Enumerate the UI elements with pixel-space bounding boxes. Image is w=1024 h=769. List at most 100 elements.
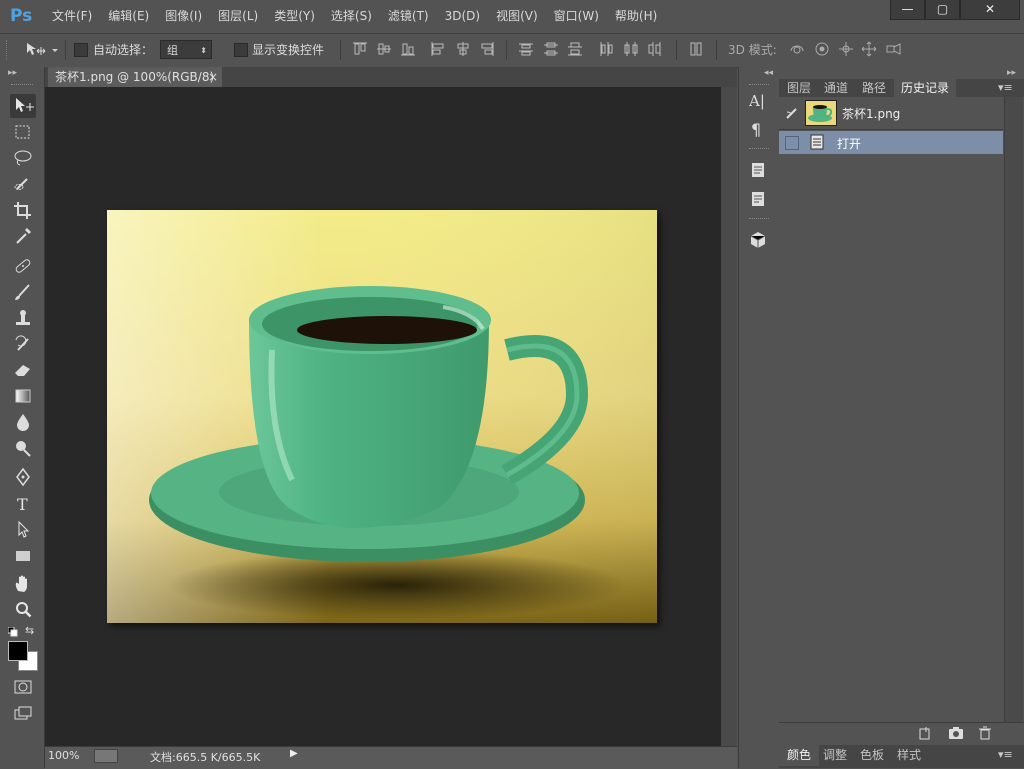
eyedropper-tool[interactable] bbox=[10, 224, 36, 248]
menu-filter[interactable]: 滤镜(T) bbox=[380, 0, 437, 33]
quick-mask-icon[interactable] bbox=[10, 675, 36, 699]
type-tool[interactable]: T bbox=[10, 492, 36, 516]
collapse-panel-icon[interactable]: ▸▸ bbox=[1007, 68, 1016, 78]
new-document-from-state-icon[interactable] bbox=[918, 726, 932, 743]
distribute-vcenter-icon[interactable] bbox=[543, 41, 559, 57]
menu-edit[interactable]: 编辑(E) bbox=[100, 0, 157, 33]
align-vcenter-icon[interactable] bbox=[376, 41, 392, 57]
tab-adjustments[interactable]: 调整 bbox=[815, 745, 855, 766]
delete-state-icon[interactable] bbox=[978, 726, 992, 743]
separator bbox=[340, 40, 341, 60]
history-item-open[interactable]: 打开 bbox=[779, 131, 1003, 154]
status-menu-arrow-icon[interactable]: ▶ bbox=[290, 748, 298, 759]
align-top-icon[interactable] bbox=[352, 41, 368, 57]
tab-swatches[interactable]: 色板 bbox=[852, 745, 892, 766]
crop-tool[interactable] bbox=[10, 198, 36, 222]
collapse-dock-icon[interactable]: ◂◂ bbox=[764, 68, 773, 78]
history-brush-tool[interactable] bbox=[10, 332, 36, 356]
clone-stamp-tool[interactable] bbox=[10, 306, 36, 330]
auto-select-checkbox[interactable] bbox=[74, 43, 88, 57]
status-info-icon[interactable] bbox=[94, 749, 118, 763]
auto-align-icon[interactable] bbox=[688, 41, 704, 57]
screen-mode-icon[interactable] bbox=[10, 701, 36, 725]
rectangle-tool[interactable] bbox=[10, 544, 36, 568]
foreground-color-swatch[interactable] bbox=[8, 641, 28, 661]
tab-channels[interactable]: 通道 bbox=[817, 79, 855, 97]
tab-history[interactable]: 历史记录 bbox=[894, 79, 957, 97]
pen-tool[interactable] bbox=[10, 466, 36, 490]
camera-snapshot-icon[interactable] bbox=[948, 726, 964, 743]
tab-color[interactable]: 颜色 bbox=[779, 745, 820, 766]
3d-roll-icon[interactable] bbox=[814, 41, 830, 57]
properties-panel-icon[interactable] bbox=[750, 162, 766, 181]
menu-file[interactable]: 文件(F) bbox=[44, 0, 100, 33]
blur-tool[interactable] bbox=[10, 410, 36, 434]
align-hcenter-icon[interactable] bbox=[455, 41, 471, 57]
character-panel-icon[interactable]: A| bbox=[749, 92, 769, 114]
menu-layer[interactable]: 图层(L) bbox=[210, 0, 266, 33]
path-selection-tool[interactable] bbox=[10, 518, 36, 542]
3d-pan-icon[interactable] bbox=[838, 41, 854, 57]
marquee-tool[interactable] bbox=[10, 120, 36, 144]
brush-tool[interactable] bbox=[10, 280, 36, 304]
tab-styles[interactable]: 样式 bbox=[889, 745, 929, 766]
minimize-button[interactable]: — bbox=[890, 0, 925, 20]
align-left-icon[interactable] bbox=[430, 41, 446, 57]
main-menu: 文件(F) 编辑(E) 图像(I) 图层(L) 类型(Y) 选择(S) 滤镜(T… bbox=[44, 0, 665, 33]
dodge-tool[interactable] bbox=[10, 436, 36, 460]
healing-brush-tool[interactable] bbox=[10, 254, 36, 278]
eraser-tool[interactable] bbox=[10, 358, 36, 382]
menu-view[interactable]: 视图(V) bbox=[488, 0, 546, 33]
menu-select[interactable]: 选择(S) bbox=[323, 0, 380, 33]
close-button[interactable]: ✕ bbox=[960, 0, 1020, 20]
history-scrollbar[interactable] bbox=[1004, 97, 1023, 722]
swap-colors-icon[interactable]: ⇆ bbox=[25, 624, 34, 637]
menu-3d[interactable]: 3D(D) bbox=[437, 0, 488, 33]
align-right-icon[interactable] bbox=[479, 41, 495, 57]
bottom-panel-menu-icon[interactable]: ▾≡ bbox=[998, 748, 1013, 761]
maximize-button[interactable]: ▢ bbox=[925, 0, 960, 20]
panel-menu-icon[interactable]: ▾≡ bbox=[998, 81, 1013, 94]
gradient-tool[interactable] bbox=[10, 384, 36, 408]
collapse-toolbar-icon[interactable]: ▸▸ bbox=[8, 68, 17, 78]
align-bottom-icon[interactable] bbox=[400, 41, 416, 57]
move-tool-preset-icon[interactable] bbox=[24, 41, 60, 57]
notes-panel-icon[interactable] bbox=[750, 191, 766, 210]
history-step-icon bbox=[810, 134, 824, 153]
move-tool[interactable] bbox=[10, 94, 36, 118]
hand-tool[interactable] bbox=[10, 572, 36, 596]
3d-slide-icon[interactable] bbox=[861, 41, 877, 57]
distribute-left-icon[interactable] bbox=[598, 41, 614, 57]
distribute-right-icon[interactable] bbox=[647, 41, 663, 57]
dock-grip bbox=[749, 218, 769, 219]
menu-type[interactable]: 类型(Y) bbox=[266, 0, 323, 33]
menu-window[interactable]: 窗口(W) bbox=[546, 0, 607, 33]
show-transform-checkbox[interactable] bbox=[234, 43, 248, 57]
3d-scale-icon[interactable] bbox=[885, 41, 901, 57]
tab-paths[interactable]: 路径 bbox=[855, 79, 893, 97]
canvas-vertical-scrollbar[interactable] bbox=[721, 87, 737, 746]
history-divider bbox=[779, 129, 1003, 130]
snapshot-name: 茶杯1.png bbox=[842, 107, 901, 121]
lasso-tool[interactable] bbox=[10, 146, 36, 170]
menu-help[interactable]: 帮助(H) bbox=[607, 0, 665, 33]
document-tab-close-icon[interactable]: × bbox=[208, 67, 218, 87]
distribute-top-icon[interactable] bbox=[518, 41, 534, 57]
menu-image[interactable]: 图像(I) bbox=[157, 0, 210, 33]
history-source-brush-icon[interactable] bbox=[785, 106, 799, 123]
history-snapshot-row[interactable]: 茶杯1.png bbox=[779, 97, 1003, 129]
paragraph-panel-icon[interactable]: ¶ bbox=[751, 120, 771, 142]
document-tab[interactable]: 茶杯1.png @ 100%(RGB/8) × bbox=[48, 67, 222, 87]
zoom-level[interactable]: 100% bbox=[48, 749, 79, 762]
tab-layers[interactable]: 图层 bbox=[780, 79, 818, 97]
3d-rotate-icon[interactable] bbox=[788, 41, 804, 57]
3d-panel-icon[interactable] bbox=[750, 231, 766, 252]
distribute-hcenter-icon[interactable] bbox=[623, 41, 639, 57]
zoom-tool[interactable] bbox=[10, 598, 36, 622]
auto-select-dropdown[interactable]: 组 ⬍ bbox=[160, 40, 212, 59]
default-colors-icon[interactable] bbox=[7, 626, 18, 640]
history-source-checkbox[interactable] bbox=[785, 136, 799, 150]
quick-selection-tool[interactable] bbox=[10, 172, 36, 196]
document-image[interactable] bbox=[107, 210, 657, 623]
distribute-bottom-icon[interactable] bbox=[567, 41, 583, 57]
